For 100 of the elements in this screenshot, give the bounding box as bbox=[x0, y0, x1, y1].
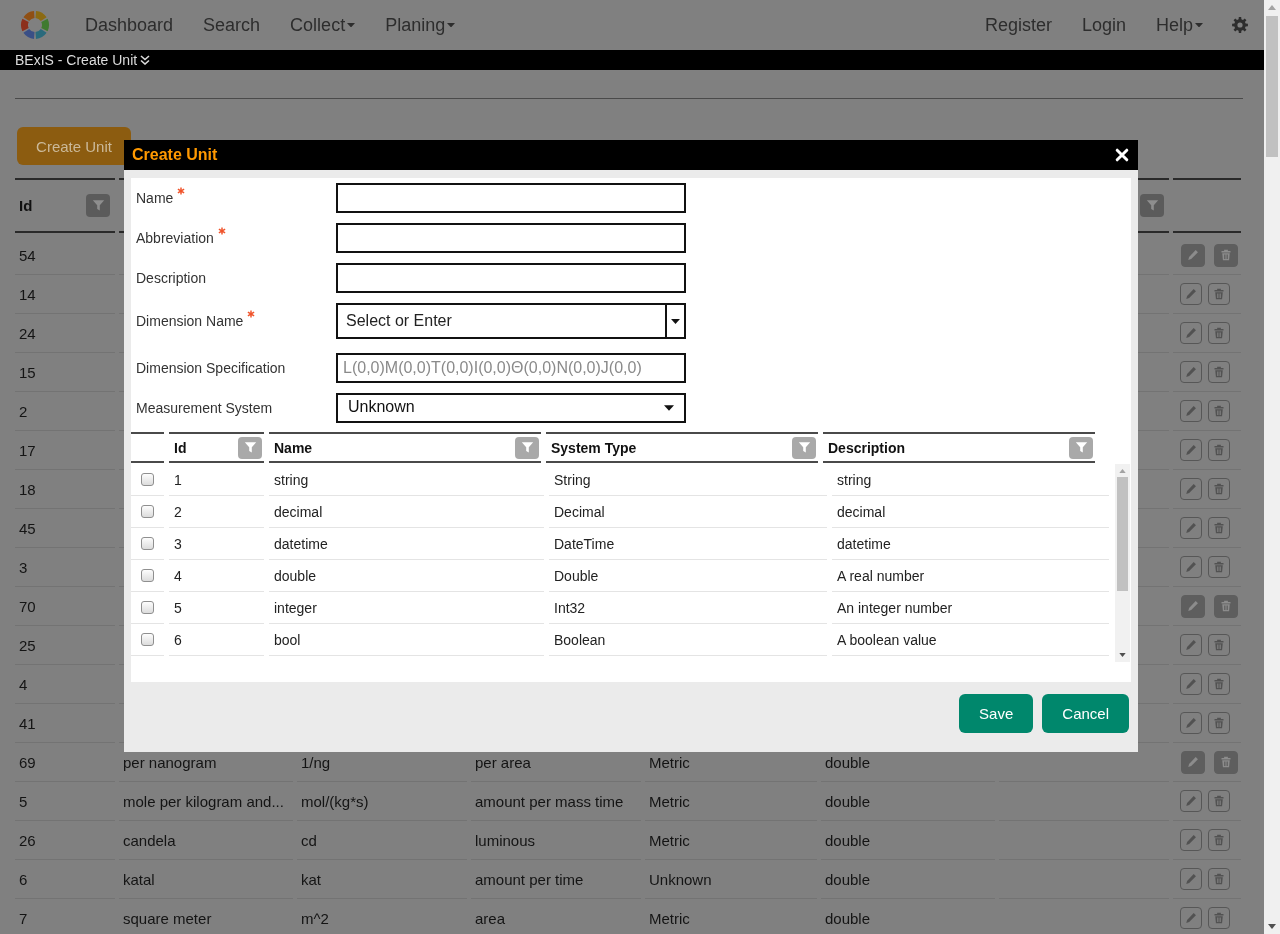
filter-button[interactable] bbox=[86, 194, 110, 217]
table-cell: 4 bbox=[15, 665, 115, 704]
edit-button[interactable] bbox=[1180, 673, 1202, 695]
nav-link[interactable]: Planing bbox=[370, 0, 471, 50]
filter-button[interactable] bbox=[1140, 194, 1164, 217]
table-cell: double bbox=[269, 560, 544, 592]
table-cell: double bbox=[821, 782, 995, 821]
input-field[interactable] bbox=[336, 183, 686, 213]
nav-link[interactable]: Dashboard bbox=[70, 0, 189, 50]
filter-button[interactable] bbox=[792, 436, 816, 459]
edit-button[interactable] bbox=[1180, 361, 1202, 383]
delete-button[interactable] bbox=[1208, 322, 1230, 344]
filter-button[interactable] bbox=[1069, 436, 1093, 459]
trash-icon bbox=[1213, 444, 1225, 456]
trash-icon bbox=[1213, 873, 1225, 885]
table-header-cell bbox=[131, 432, 164, 463]
nav-link[interactable]: Help bbox=[1140, 0, 1218, 50]
filter-button[interactable] bbox=[515, 436, 539, 459]
column-header[interactable]: Name bbox=[274, 439, 313, 456]
checkbox[interactable] bbox=[141, 569, 154, 582]
input-field[interactable] bbox=[336, 223, 686, 253]
pencil-icon bbox=[1185, 717, 1197, 729]
column-header[interactable]: Description bbox=[828, 439, 905, 456]
delete-button[interactable] bbox=[1208, 673, 1230, 695]
trash-icon bbox=[1213, 288, 1225, 300]
delete-button[interactable] bbox=[1208, 361, 1230, 383]
edit-button[interactable] bbox=[1180, 283, 1202, 305]
nav-link[interactable]: Register bbox=[969, 0, 1067, 50]
scroll-down-arrow-icon[interactable] bbox=[1268, 924, 1276, 929]
edit-button[interactable] bbox=[1180, 868, 1202, 890]
scrollbar-thumb[interactable] bbox=[1117, 477, 1128, 591]
column-header[interactable]: Id bbox=[19, 197, 33, 214]
edit-button[interactable] bbox=[1180, 829, 1202, 851]
dropdown-button[interactable] bbox=[665, 303, 686, 339]
combobox-input[interactable]: Select or Enter bbox=[336, 303, 665, 339]
delete-button[interactable] bbox=[1208, 400, 1230, 422]
trash-icon bbox=[1213, 834, 1225, 846]
edit-button[interactable] bbox=[1180, 439, 1202, 461]
table-cell: A real number bbox=[832, 560, 1109, 592]
edit-button[interactable] bbox=[1180, 790, 1202, 812]
filter-icon bbox=[91, 199, 105, 212]
delete-button[interactable] bbox=[1208, 517, 1230, 539]
checkbox[interactable] bbox=[141, 601, 154, 614]
close-button[interactable] bbox=[1115, 148, 1129, 162]
delete-button[interactable] bbox=[1208, 790, 1230, 812]
edit-button[interactable] bbox=[1180, 478, 1202, 500]
nav-link[interactable]: Login bbox=[1066, 0, 1141, 50]
table-cell: kat bbox=[297, 860, 467, 899]
save-button[interactable]: Save bbox=[959, 694, 1034, 733]
pencil-icon bbox=[1187, 249, 1199, 261]
pencil-icon bbox=[1185, 483, 1197, 495]
table-cell: datetime bbox=[269, 528, 544, 560]
delete-button[interactable] bbox=[1208, 712, 1230, 734]
nav-link[interactable]: Collect bbox=[275, 0, 371, 50]
checkbox[interactable] bbox=[141, 505, 154, 518]
edit-button[interactable] bbox=[1180, 322, 1202, 344]
checkbox[interactable] bbox=[141, 537, 154, 550]
delete-button[interactable] bbox=[1208, 478, 1230, 500]
table-cell: Metric bbox=[645, 782, 817, 821]
scrollbar[interactable] bbox=[1264, 0, 1280, 934]
pencil-icon bbox=[1185, 288, 1197, 300]
delete-button[interactable] bbox=[1208, 556, 1230, 578]
trash-icon bbox=[1220, 249, 1232, 261]
checkbox[interactable] bbox=[141, 473, 154, 486]
edit-button[interactable] bbox=[1180, 634, 1202, 656]
checkbox[interactable] bbox=[141, 633, 154, 646]
edit-button[interactable] bbox=[1180, 517, 1202, 539]
input-field[interactable] bbox=[336, 263, 686, 293]
scrollbar-thumb[interactable] bbox=[1266, 16, 1278, 157]
logo-icon[interactable] bbox=[20, 10, 50, 40]
filter-button[interactable] bbox=[238, 436, 262, 459]
table-cell: 1 bbox=[169, 464, 264, 496]
delete-button[interactable] bbox=[1208, 829, 1230, 851]
edit-button[interactable] bbox=[1180, 400, 1202, 422]
delete-button[interactable] bbox=[1208, 907, 1230, 929]
nav-link[interactable]: Search bbox=[188, 0, 276, 50]
edit-button[interactable] bbox=[1180, 907, 1202, 929]
pencil-icon bbox=[1185, 639, 1197, 651]
delete-button[interactable] bbox=[1208, 283, 1230, 305]
scroll-up-arrow-icon[interactable] bbox=[1268, 5, 1276, 10]
table-cell: decimal bbox=[269, 496, 544, 528]
delete-button[interactable] bbox=[1208, 439, 1230, 461]
cancel-button[interactable]: Cancel bbox=[1042, 694, 1129, 733]
create-unit-button[interactable]: Create Unit bbox=[17, 127, 131, 165]
edit-button[interactable] bbox=[1180, 556, 1202, 578]
table-cell: katal bbox=[119, 860, 293, 899]
column-header[interactable]: System Type bbox=[551, 439, 637, 456]
scroll-down-arrow-icon[interactable] bbox=[1119, 653, 1126, 657]
settings-gear-icon[interactable] bbox=[1232, 17, 1248, 33]
column-header[interactable]: Id bbox=[174, 439, 187, 456]
double-chevron-down-icon[interactable] bbox=[140, 55, 151, 65]
scrollbar[interactable] bbox=[1115, 464, 1130, 662]
delete-button[interactable] bbox=[1208, 634, 1230, 656]
breadcrumb-link[interactable]: BExIS - Create Unit bbox=[15, 52, 138, 68]
field-label: Name bbox=[136, 190, 174, 206]
select-field[interactable]: Unknown bbox=[336, 393, 686, 423]
input-field[interactable]: L(0,0)M(0,0)T(0,0)I(0,0)Θ(0,0)N(0,0)J(0,0) bbox=[336, 353, 686, 383]
delete-button[interactable] bbox=[1208, 868, 1230, 890]
scroll-up-arrow-icon[interactable] bbox=[1119, 469, 1126, 473]
edit-button[interactable] bbox=[1180, 712, 1202, 734]
